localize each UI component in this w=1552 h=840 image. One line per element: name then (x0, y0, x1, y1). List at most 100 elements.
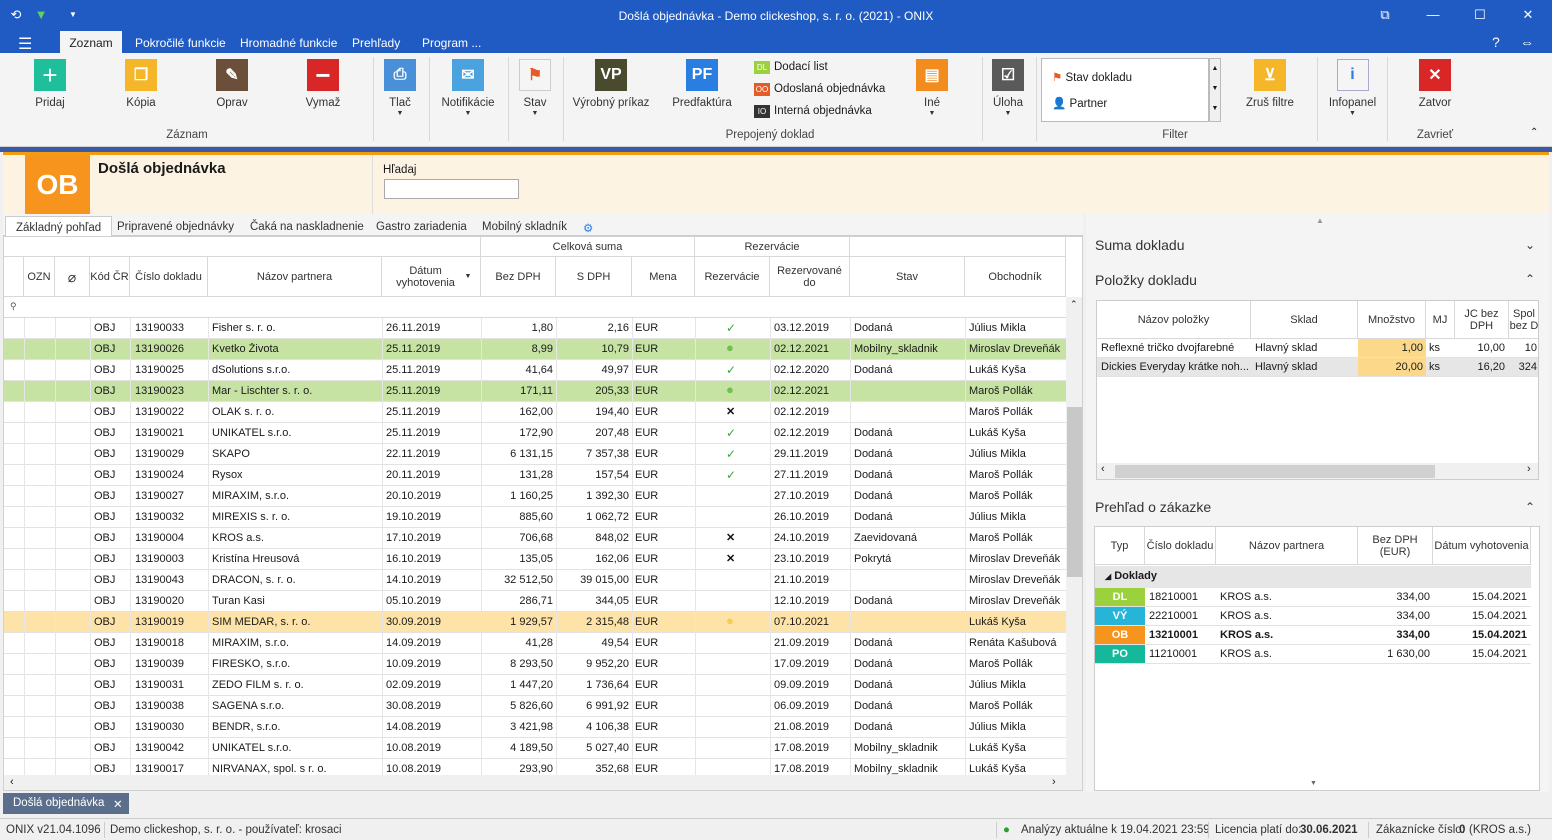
table-row[interactable]: OBJ 13190019 SIM MEDAR, s. r. o. 30.09.2019… (4, 612, 1066, 633)
prehlad-title[interactable]: Prehľad o zákazke (1095, 499, 1211, 515)
chevron-down-icon[interactable]: ⌄ (1525, 238, 1535, 252)
hamburger-menu-icon[interactable]: ☰ (18, 34, 32, 54)
scroll-left-icon[interactable]: ‹ (10, 776, 14, 788)
odoslana-objednavka-link[interactable]: OO Odoslaná objednávka (754, 83, 904, 96)
tab-pripravene[interactable]: Pripravené objednávky (117, 221, 234, 233)
table-row[interactable]: OBJ 13190042 UNIKATEL s.r.o. 10.08.2019 4 18… (4, 738, 1066, 759)
minimize-icon[interactable]: — (1425, 7, 1441, 23)
tab-zoznam[interactable]: Zoznam (60, 31, 122, 53)
table-row[interactable]: Reflexné tričko dvojfarebné Hlavný sklad 1… (1097, 339, 1538, 358)
col-obchodnik[interactable]: Obchodník (965, 257, 1066, 297)
col-bez-dph[interactable]: Bez DPH (481, 257, 556, 297)
table-row[interactable]: OBJ 13190024 Rysox 20.11.2019 131,28 157,54 EU… (4, 465, 1066, 486)
group-row-doklady[interactable]: ◢ Doklady (1095, 566, 1531, 588)
table-row[interactable]: OBJ 13190023 Mar - Lischter s. r. o. 25.11.… (4, 381, 1066, 402)
table-row[interactable]: OB 13210001 KROS a.s. 334,00 15.04.2021 (1095, 626, 1531, 645)
restore-layout-icon[interactable]: ⧉ (1377, 7, 1393, 23)
table-row[interactable]: OBJ 13190021 UNIKATEL s.r.o. 25.11.2019 172,… (4, 423, 1066, 444)
table-row[interactable]: Dickies Everyday krátke noh... Hlavný skl… (1097, 358, 1538, 377)
pre-col-typ[interactable]: Typ (1095, 527, 1145, 565)
col-rezervacie[interactable]: Rezervácie (695, 257, 770, 297)
polozky-hscroll-thumb[interactable] (1115, 465, 1435, 478)
uloha-button[interactable]: ☑ Úloha ▼ (988, 59, 1028, 117)
table-row[interactable]: OBJ 13190003 Kristína Hreusová 16.10.2019 13… (4, 549, 1066, 570)
stav-button[interactable]: ⚑ Stav ▼ (515, 59, 555, 117)
interna-objednavka-link[interactable]: IO Interná objednávka (754, 105, 904, 118)
collapse-ribbon-icon[interactable]: ⌃ (1530, 127, 1538, 138)
vertical-scrollbar[interactable]: ⌃ (1066, 297, 1082, 790)
col-datum[interactable]: Dátum vyhotovenia ▼ (382, 257, 481, 297)
filter-stav-dokladu[interactable]: ⚑ Stav dokladu (1052, 70, 1132, 84)
scroll-left-icon[interactable]: ‹ (1101, 463, 1105, 475)
tab-mobilny[interactable]: Mobilný skladník (482, 221, 567, 233)
horizontal-scrollbar[interactable]: ‹ › (4, 775, 1066, 790)
table-row[interactable]: DL 18210001 KROS a.s. 334,00 15.04.2021 (1095, 588, 1531, 607)
scroll-right-icon[interactable]: › (1527, 463, 1531, 475)
pol-col-mnozstvo[interactable]: Množstvo (1358, 301, 1426, 339)
table-row[interactable]: OBJ 13190027 MIRAXIM, s.r.o. 20.10.2019 1 16… (4, 486, 1066, 507)
table-row[interactable]: OBJ 13190039 FIRESKO, s.r.o. 10.09.2019 8 29… (4, 654, 1066, 675)
table-row[interactable]: OBJ 13190043 DRACON, s. r. o. 14.10.2019 32 … (4, 570, 1066, 591)
col-mena[interactable]: Mena (632, 257, 695, 297)
vymaz-button[interactable]: − Vymaž (295, 59, 351, 109)
pol-col-jc[interactable]: JC bez DPH (1455, 301, 1509, 339)
tab-settings-icon[interactable]: ⚙ (583, 221, 593, 235)
table-row[interactable]: OBJ 13190020 Turan Kasi 05.10.2019 286,71 344… (4, 591, 1066, 612)
polozky-hscroll[interactable]: ‹ › (1097, 463, 1538, 479)
scroll-up-icon[interactable]: ⌃ (1070, 299, 1078, 310)
col-nazov[interactable]: Názov partnera (208, 257, 382, 297)
col-kod[interactable]: Kód ČR (90, 257, 130, 297)
filter-partner[interactable]: 👤 Partner (1052, 96, 1107, 110)
help-icon[interactable]: ? (1492, 34, 1500, 50)
tab-program[interactable]: Program ... (422, 36, 481, 50)
col-ozn[interactable]: OZN (24, 257, 55, 297)
table-row[interactable]: OBJ 13190029 SKAPO 22.11.2019 6 131,15 7 357,… (4, 444, 1066, 465)
table-row[interactable]: PO 11210001 KROS a.s. 1 630,00 15.04.2021 (1095, 645, 1531, 664)
filter-row[interactable]: ⚲ (4, 297, 1066, 318)
close-icon[interactable]: ✕ (1520, 7, 1536, 23)
document-tab[interactable]: Došlá objednávka ✕ (3, 793, 129, 814)
infopanel-button[interactable]: i Infopanel ▼ (1325, 59, 1380, 117)
table-row[interactable]: OBJ 13190031 ZEDO FILM s. r. o. 02.09.2019 1… (4, 675, 1066, 696)
tab-pokrocile[interactable]: Pokročilé funkcie (135, 36, 226, 50)
pre-col-nazov[interactable]: Názov partnera (1216, 527, 1358, 565)
pre-col-datum[interactable]: Dátum vyhotovenia (1433, 527, 1531, 565)
maximize-icon[interactable]: ☐ (1472, 7, 1488, 23)
table-row[interactable]: OBJ 13190038 SAGENA s.r.o. 30.08.2019 5 826,… (4, 696, 1066, 717)
tab-hromadne[interactable]: Hromadné funkcie (240, 36, 337, 50)
table-row[interactable]: OBJ 13190025 dSolutions s.r.o. 25.11.2019 41… (4, 360, 1066, 381)
filter-list[interactable]: ⚑ Stav dokladu 👤 Partner (1041, 58, 1209, 122)
remote-help-icon[interactable]: ⇔ (1520, 34, 1534, 50)
search-input[interactable] (384, 179, 519, 199)
col-cislo[interactable]: Číslo dokladu (130, 257, 208, 297)
table-row[interactable]: OBJ 13190032 MIREXIS s. r. o. 19.10.2019 885… (4, 507, 1066, 528)
tab-prehlady[interactable]: Prehľady (352, 36, 400, 50)
col-rezervovane-do[interactable]: Rezervované do (770, 257, 850, 297)
polozky-dokladu-title[interactable]: Položky dokladu (1095, 272, 1197, 288)
col-attachment-paperclip-icon[interactable]: ⌀ (55, 257, 90, 297)
analyzy-text[interactable]: Analýzy aktuálne k 19.04.2021 23:59 (1021, 824, 1210, 836)
tab-caka[interactable]: Čaká na naskladnenie (250, 221, 364, 233)
predfaktura-button[interactable]: PF Predfaktúra (670, 59, 734, 109)
chevron-up-icon[interactable]: ⌃ (1525, 500, 1535, 514)
kopia-button[interactable]: ❐ Kópia (113, 59, 169, 109)
oprav-button[interactable]: ✎ Oprav (204, 59, 260, 109)
scroll-down-icon[interactable]: ▼ (1310, 780, 1317, 787)
dodaci-list-link[interactable]: DL Dodací list (754, 61, 904, 74)
tlac-button[interactable]: ⎙ Tlač ▼ (380, 59, 420, 117)
table-row[interactable]: VÝ 22210001 KROS a.s. 334,00 15.04.2021 (1095, 607, 1531, 626)
zrus-filtre-button[interactable]: ⊻ Zruš filtre (1240, 59, 1300, 109)
splitter-handle[interactable]: ▲ (1316, 216, 1324, 225)
vertical-scroll-thumb[interactable] (1067, 407, 1082, 577)
scroll-right-icon[interactable]: › (1052, 776, 1056, 788)
table-row[interactable]: OBJ 13190018 MIRAXIM, s.r.o. 14.09.2019 41,2… (4, 633, 1066, 654)
pol-col-spolu[interactable]: Spol bez D (1509, 301, 1538, 339)
pridaj-button[interactable]: + Pridaj (22, 59, 78, 109)
close-tab-icon[interactable]: ✕ (113, 797, 123, 811)
tab-zakladny-pohlad[interactable]: Základný pohľad (5, 216, 113, 237)
pre-col-bez[interactable]: Bez DPH (EUR) (1358, 527, 1433, 565)
table-row[interactable]: OBJ 13190033 Fisher s. r. o. 26.11.2019 1,80… (4, 318, 1066, 339)
pre-col-cislo[interactable]: Číslo dokladu (1145, 527, 1216, 565)
pol-col-mj[interactable]: MJ (1426, 301, 1455, 339)
ine-button[interactable]: ▤ Iné ▼ (912, 59, 952, 117)
